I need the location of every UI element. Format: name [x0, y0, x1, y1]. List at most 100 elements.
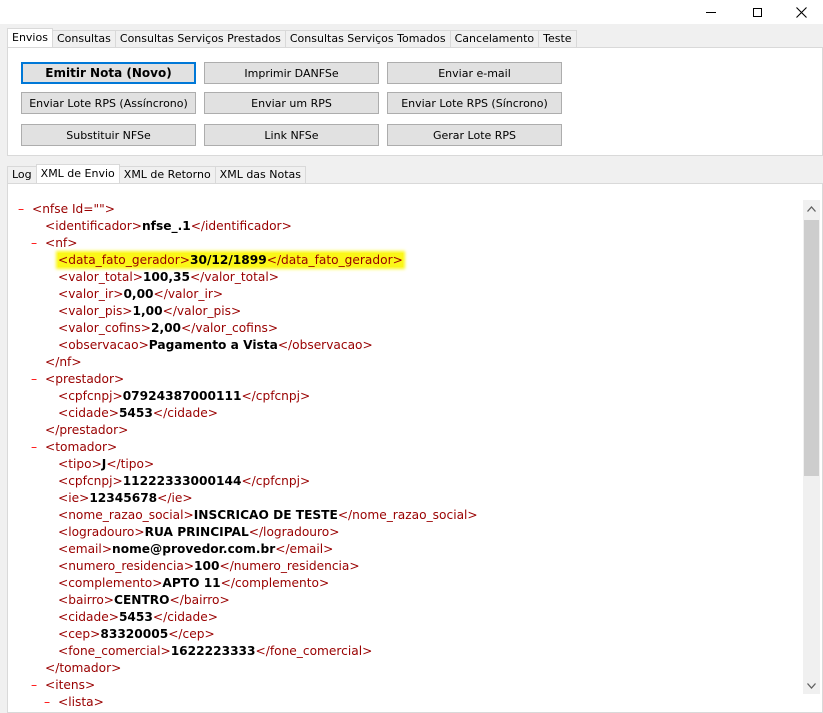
xml-element: <valor_cofins>2,00</valor_cofins>	[58, 321, 278, 335]
xml-line: – <prestador>	[31, 371, 124, 388]
xml-element: <bairro>CENTRO</bairro>	[58, 593, 230, 607]
xml-line: – <nf>	[31, 235, 77, 252]
xml-line: <numero_residencia>100</numero_residenci…	[58, 558, 360, 575]
xml-line: <valor_pis>1,00</valor_pis>	[58, 303, 241, 320]
tab-xml-das-notas[interactable]: XML das Notas	[214, 166, 307, 183]
collapse-toggle-icon[interactable]: –	[31, 371, 45, 388]
xml-element: <cpfcnpj>11222333000144</cpfcnpj>	[58, 474, 310, 488]
xml-element: <logradouro>RUA PRINCIPAL</logradouro>	[58, 525, 339, 539]
link-nfse-button[interactable]: Link NFSe	[204, 124, 379, 146]
xml-element: </prestador>	[45, 423, 128, 437]
maximize-icon	[752, 7, 762, 17]
xml-close-tag: </valor_pis>	[162, 304, 242, 318]
xml-value: 5453	[118, 406, 153, 420]
xml-open-tag: <ie>	[58, 491, 90, 505]
collapse-toggle-icon[interactable]: –	[31, 677, 45, 694]
xml-open-tag: <cep>	[58, 627, 101, 641]
substituir-nfse-button[interactable]: Substituir NFSe	[21, 124, 196, 146]
xml-element: <cpfcnpj>07924387000111</cpfcnpj>	[58, 389, 310, 403]
xml-open-tag: <complemento>	[58, 576, 163, 590]
xml-element: </nf>	[45, 355, 82, 369]
xml-line: <observacao>Pagamento a Vista</observaca…	[58, 337, 373, 354]
tab-consultas[interactable]: Consultas	[51, 30, 116, 47]
xml-line: <valor_cofins>2,00</valor_cofins>	[58, 320, 278, 337]
tab-teste[interactable]: Teste	[538, 30, 577, 47]
collapse-toggle-icon[interactable]: –	[44, 694, 58, 711]
tab-xml-de-envio[interactable]: XML de Envio	[35, 164, 120, 183]
xml-close-tag: </logradouro>	[248, 525, 340, 539]
emitir-nota-button[interactable]: Emitir Nota (Novo)	[21, 62, 196, 84]
xml-close-tag: </nf>	[45, 355, 82, 369]
collapse-toggle-icon[interactable]: –	[18, 201, 32, 218]
collapse-toggle-icon[interactable]: –	[31, 439, 45, 456]
xml-open-tag: <valor_cofins>	[58, 321, 151, 335]
xml-close-tag: </data_fato_gerador>	[266, 253, 403, 267]
xml-open-tag: <tomador>	[45, 440, 118, 454]
xml-open-tag: <tipo>	[58, 457, 102, 471]
maximize-button[interactable]	[734, 0, 780, 24]
tab-consultas-servicos-prestados[interactable]: Consultas Serviços Prestados	[114, 30, 286, 47]
enviar-email-button[interactable]: Enviar e-mail	[387, 62, 562, 84]
xml-close-tag: </tomador>	[45, 661, 122, 675]
xml-line: <bairro>CENTRO</bairro>	[58, 592, 230, 609]
xml-close-tag: </prestador>	[45, 423, 129, 437]
xml-open-tag: <logradouro>	[58, 525, 145, 539]
enviar-lote-sincrono-button[interactable]: Enviar Lote RPS (Síncrono)	[387, 92, 562, 114]
imprimir-danfse-button[interactable]: Imprimir DANFSe	[204, 62, 379, 84]
xml-element: <ie>12345678</ie>	[58, 491, 193, 505]
xml-line: <identificador>nfse_.1</identificador>	[45, 218, 292, 235]
xml-value: 2,00	[150, 321, 182, 335]
xml-value: Pagamento a Vista	[148, 338, 278, 352]
xml-close-tag: </ie>	[157, 491, 193, 505]
xml-value: APTO 11	[162, 576, 221, 590]
xml-line: <valor_total>100,35</valor_total>	[58, 269, 279, 286]
tab-cancelamento[interactable]: Cancelamento	[449, 30, 540, 47]
xml-close-tag: </valor_total>	[189, 270, 279, 284]
xml-open-tag: <data_fato_gerador>	[58, 253, 190, 267]
xml-close-tag: </complemento>	[220, 576, 330, 590]
xml-element: <prestador>	[45, 372, 124, 386]
xml-close-tag: </valor_cofins>	[181, 321, 279, 335]
main-tabs: Envios Consultas Consultas Serviços Pres…	[7, 28, 577, 47]
xml-line: – <lista>	[44, 694, 104, 711]
xml-element: <lista>	[58, 695, 104, 709]
xml-close-tag: </cep>	[168, 627, 215, 641]
xml-line: <data_fato_gerador>30/12/1899</data_fato…	[58, 252, 403, 269]
xml-open-tag: <observacao>	[58, 338, 149, 352]
minimize-button[interactable]	[688, 0, 734, 24]
xml-line: <cpfcnpj>11222333000144</cpfcnpj>	[58, 473, 310, 490]
tab-consultas-servicos-tomados[interactable]: Consultas Serviços Tomados	[284, 30, 451, 47]
xml-line: <cep>83320005</cep>	[58, 626, 215, 643]
enviar-um-rps-button[interactable]: Enviar um RPS	[204, 92, 379, 114]
xml-line: <cpfcnpj>07924387000111</cpfcnpj>	[58, 388, 310, 405]
xml-open-tag: <valor_total>	[58, 270, 143, 284]
xml-element: <email>nome@provedor.com.br</email>	[58, 542, 333, 556]
xml-line: <fone_comercial>1622223333</fone_comerci…	[58, 643, 372, 660]
vertical-scrollbar[interactable]	[803, 200, 820, 694]
tab-xml-de-retorno[interactable]: XML de Retorno	[118, 166, 216, 183]
gerar-lote-rps-button[interactable]: Gerar Lote RPS	[387, 124, 562, 146]
xml-line: </prestador>	[45, 422, 128, 439]
xml-line: <email>nome@provedor.com.br</email>	[58, 541, 333, 558]
xml-value: INSCRICAO DE TESTE	[193, 508, 338, 522]
enviar-lote-assincrono-button[interactable]: Enviar Lote RPS (Assíncrono)	[21, 92, 196, 114]
xml-open-tag: <lista>	[58, 695, 104, 709]
close-button[interactable]	[778, 0, 823, 24]
tab-log[interactable]: Log	[7, 166, 37, 183]
xml-value: 12345678	[89, 491, 158, 505]
xml-element: <tipo>J</tipo>	[58, 457, 154, 471]
xml-line: <ie>12345678</ie>	[58, 490, 193, 507]
scroll-thumb[interactable]	[804, 220, 819, 476]
xml-close-tag: </cidade>	[152, 610, 218, 624]
xml-element: <fone_comercial>1622223333</fone_comerci…	[58, 644, 372, 658]
scroll-up-icon[interactable]	[803, 200, 820, 217]
collapse-toggle-icon[interactable]: –	[31, 235, 45, 252]
xml-open-tag: <cpfcnpj>	[58, 389, 123, 403]
xml-value: 83320005	[100, 627, 169, 641]
xml-value: nfse_.1	[141, 219, 191, 233]
xml-close-tag: </observacao>	[277, 338, 373, 352]
xml-value: 1,00	[132, 304, 163, 318]
scroll-down-icon[interactable]	[803, 677, 820, 694]
xml-close-tag: </cpfcnpj>	[241, 474, 311, 488]
tab-envios[interactable]: Envios	[7, 28, 53, 47]
